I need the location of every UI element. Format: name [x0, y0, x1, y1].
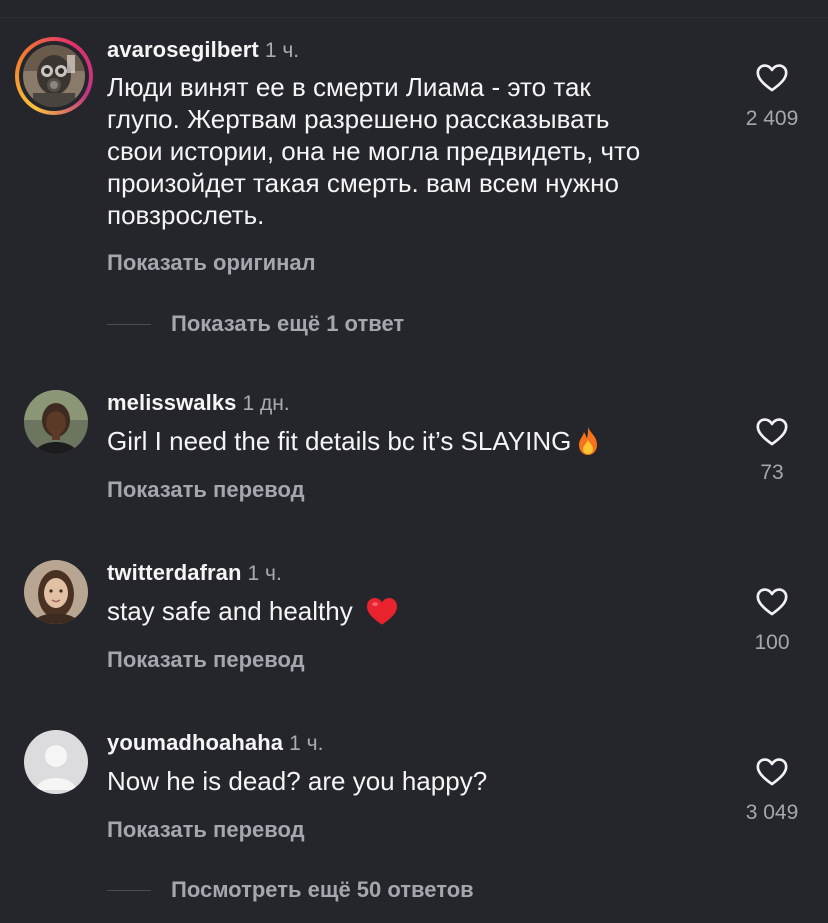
show-translation-button[interactable]: Показать перевод [107, 477, 305, 503]
like-count: 2 409 [745, 107, 799, 130]
comment-text-content: Girl I need the fit details bc it’s SLAY… [107, 426, 572, 456]
view-replies-label: Посмотреть ещё 50 ответов [171, 877, 474, 902]
like-count: 3 049 [745, 801, 799, 824]
view-replies-label: Показать ещё 1 ответ [171, 311, 405, 336]
like-control: 2 409 [740, 61, 804, 131]
comment-text: Girl I need the fit details bc it’s SLAY… [107, 425, 717, 463]
avatar-story-ring[interactable] [15, 37, 93, 115]
comment-text-line: глупо. Жертвам разрешено рассказывать [107, 104, 610, 134]
like-control: 100 [740, 585, 804, 655]
comment-text-line: свои истории, она не могла предвидеть, ч… [107, 136, 641, 166]
comment-header: avarosegilbert 1 ч. [107, 37, 299, 64]
comment-header: youmadhoahaha 1 ч. [107, 730, 323, 757]
replies-divider [107, 323, 151, 325]
heart-icon[interactable] [755, 585, 789, 619]
show-original-button[interactable]: Показать оригинал [107, 250, 316, 276]
photo-avatar[interactable] [24, 390, 88, 454]
comment-text: Люди винят ее в смерти Лиама - это так г… [107, 71, 717, 231]
comment-username[interactable]: youmadhoahaha [107, 730, 283, 755]
comment-text: Now he is dead? are you happy? [107, 765, 717, 797]
comment-header: twitterdafran 1 ч. [107, 560, 282, 587]
like-count: 100 [754, 631, 790, 654]
comment-username[interactable]: melisswalks [107, 390, 237, 415]
comment-time: 1 ч. [247, 562, 282, 585]
comment-text-line: произойдет такая смерть. вам всем нужно [107, 168, 619, 198]
show-translation-button[interactable]: Показать перевод [107, 817, 305, 843]
gas-mask-avatar [23, 45, 85, 107]
like-count: 73 [760, 461, 784, 484]
comment-username[interactable]: avarosegilbert [107, 37, 259, 62]
like-control: 3 049 [740, 755, 804, 825]
heart-icon[interactable] [755, 755, 789, 789]
fire-emoji [575, 426, 601, 463]
red-heart-emoji [365, 596, 399, 633]
replies-divider [107, 889, 151, 891]
comment-time: 1 дн. [242, 392, 290, 415]
heart-icon[interactable] [755, 415, 789, 449]
comment-username[interactable]: twitterdafran [107, 560, 242, 585]
comment-time: 1 ч. [264, 39, 300, 62]
default-avatar[interactable] [24, 730, 88, 794]
photo-avatar[interactable] [24, 560, 88, 624]
heart-icon[interactable] [755, 61, 789, 95]
comment-text-line: повзрослеть. [107, 200, 265, 230]
comment-text: stay safe and healthy [107, 595, 717, 633]
comment-text-content: stay safe and healthy [107, 596, 353, 626]
comment-text-line: Люди винят ее в смерти Лиама - это так [107, 72, 591, 102]
like-control: 73 [740, 415, 804, 485]
view-replies-button[interactable]: Показать ещё 1 ответ [107, 311, 404, 337]
comment-text-content: Now he is dead? are you happy? [107, 766, 488, 796]
top-divider [0, 17, 828, 18]
view-replies-button[interactable]: Посмотреть ещё 50 ответов [107, 877, 474, 903]
comment-time: 1 ч. [289, 732, 324, 755]
show-translation-button[interactable]: Показать перевод [107, 647, 305, 673]
comment-header: melisswalks 1 дн. [107, 390, 290, 417]
